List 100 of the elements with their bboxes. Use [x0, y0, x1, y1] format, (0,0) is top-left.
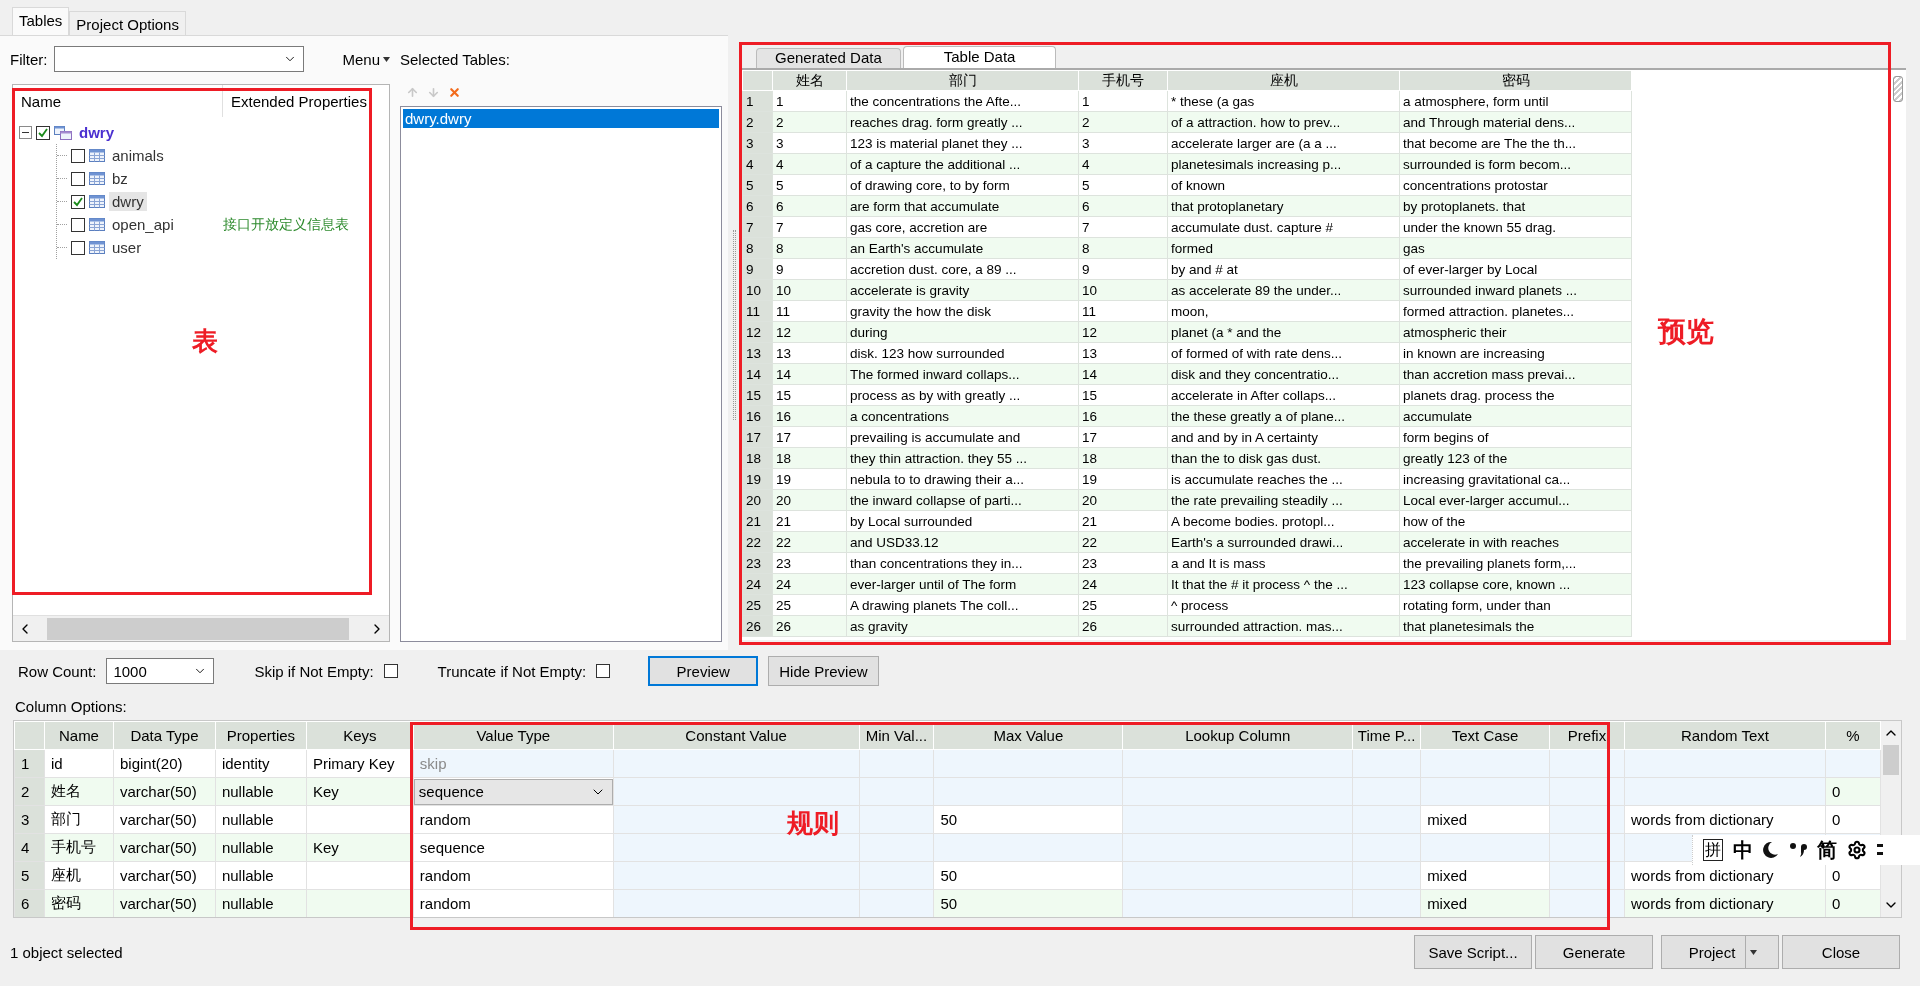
- table-cell: skip: [413, 749, 614, 778]
- punctuation-icon[interactable]: [1789, 841, 1807, 859]
- row-number: 6: [14, 889, 45, 917]
- column-header[interactable]: Name: [44, 721, 114, 750]
- table-cell: that protoplanetary: [1167, 195, 1400, 217]
- checkbox[interactable]: [71, 148, 85, 163]
- ime-mode[interactable]: 拼: [1703, 839, 1723, 861]
- split-button[interactable]: Project: [1661, 935, 1779, 969]
- tree-item[interactable]: open_api: [109, 215, 177, 234]
- preview-button[interactable]: Preview: [648, 656, 759, 686]
- column-header[interactable]: 密码: [1399, 70, 1632, 91]
- table-cell: planetesimals increasing p...: [1167, 153, 1400, 175]
- footer-button[interactable]: Close: [1782, 935, 1900, 969]
- tab[interactable]: Generated Data: [756, 48, 901, 68]
- tables-icon: [54, 125, 72, 140]
- table-cell: gravity the how the disk: [846, 300, 1079, 322]
- table-cell: * these (a gas: [1167, 90, 1400, 112]
- column-header[interactable]: Properties: [215, 721, 307, 750]
- tree-item[interactable]: dwry: [76, 123, 117, 142]
- column-header[interactable]: %: [1825, 721, 1881, 750]
- row-number: 10: [742, 279, 773, 301]
- tree-item[interactable]: animals: [109, 146, 167, 165]
- checkbox[interactable]: [71, 217, 85, 232]
- row-number: 3: [14, 805, 45, 834]
- moon-icon[interactable]: [1763, 841, 1779, 859]
- table-cell: accelerate in with reaches: [1399, 531, 1632, 553]
- tree-item[interactable]: user: [109, 238, 145, 257]
- scrollbar-thumb[interactable]: [1883, 745, 1899, 775]
- table-cell: Local ever-larger accumul...: [1399, 489, 1632, 511]
- table-cell: A become bodies. protopl...: [1167, 510, 1400, 532]
- tab[interactable]: Table Data: [902, 46, 1057, 68]
- checkbox[interactable]: [71, 194, 85, 209]
- table-cell: prevailing is accumulate and: [846, 426, 1079, 448]
- hide-preview-button[interactable]: Hide Preview: [768, 656, 879, 686]
- table-cell: nullable: [215, 805, 307, 834]
- table-cell: moon,: [1167, 300, 1400, 322]
- table-icon: [89, 218, 105, 231]
- value-type-dropdown[interactable]: sequence: [414, 778, 613, 805]
- column-header[interactable]: 姓名: [772, 70, 847, 91]
- row-count-dropdown[interactable]: 1000: [106, 658, 215, 684]
- tree-item[interactable]: bz: [109, 169, 131, 188]
- table-icon: [89, 149, 105, 162]
- filter-dropdown[interactable]: [53, 46, 304, 72]
- row-number: 12: [742, 321, 773, 343]
- scrollbar-thumb[interactable]: [1893, 76, 1903, 102]
- table-cell: than the to disk gas dust.: [1167, 447, 1400, 469]
- table-cell: the inward collapse of parti...: [846, 489, 1079, 511]
- settings-icon[interactable]: [1847, 840, 1867, 860]
- checkbox[interactable]: [383, 664, 398, 678]
- checkbox[interactable]: [71, 240, 85, 255]
- list-item[interactable]: dwry.dwry: [403, 109, 719, 128]
- caret-icon: [383, 56, 390, 62]
- more-icon[interactable]: [1877, 842, 1883, 858]
- splitter-grip[interactable]: [732, 230, 736, 420]
- column-header[interactable]: 手机号: [1078, 70, 1168, 91]
- table-cell: are form that accumulate: [846, 195, 1079, 217]
- checkbox[interactable]: [36, 125, 50, 140]
- table-cell: a atmosphere, form until: [1399, 90, 1632, 112]
- menu-button[interactable]: Menu: [342, 50, 390, 68]
- column-header[interactable]: Keys: [306, 721, 414, 750]
- column-header[interactable]: Name: [13, 85, 223, 117]
- row-number: 13: [742, 342, 773, 364]
- tree-item[interactable]: dwry: [109, 192, 147, 211]
- table-cell: 部门: [44, 805, 114, 834]
- table-cell: bigint(20): [113, 749, 216, 778]
- column-header[interactable]: Extended Properties: [223, 85, 389, 117]
- ime-mode[interactable]: 中: [1733, 836, 1753, 864]
- column-header[interactable]: Random Text: [1624, 721, 1826, 750]
- table-cell: A drawing planets The coll...: [846, 594, 1079, 616]
- checkbox[interactable]: [71, 171, 85, 186]
- table-cell: greatly 123 of the: [1399, 447, 1632, 469]
- checkbox[interactable]: [596, 664, 611, 678]
- row-number: 22: [742, 531, 773, 553]
- row-number: 18: [742, 447, 773, 469]
- tab[interactable]: Tables: [12, 7, 70, 35]
- scrollbar-thumb[interactable]: [47, 617, 349, 640]
- table-cell: mixed: [1420, 889, 1550, 917]
- column-header[interactable]: 部门: [846, 70, 1079, 91]
- column-header[interactable]: 座机: [1167, 70, 1400, 91]
- table-cell: is accumulate reaches the ...: [1167, 468, 1400, 490]
- table-cell: rotating form, under than: [1399, 594, 1632, 616]
- tab[interactable]: Project Options: [69, 11, 186, 35]
- footer-button[interactable]: Generate: [1535, 935, 1653, 969]
- row-number: 4: [742, 153, 773, 175]
- table-cell: varchar(50): [113, 833, 216, 862]
- remove-icon[interactable]: [448, 85, 461, 99]
- row-number: 20: [742, 489, 773, 511]
- column-header[interactable]: Data Type: [113, 721, 216, 750]
- table-cell: It that the # it process ^ the ...: [1167, 573, 1400, 595]
- ime-mode[interactable]: 简: [1817, 836, 1837, 864]
- table-cell: 123 collapse core, known ...: [1399, 573, 1632, 595]
- table-cell: by and # at: [1167, 258, 1400, 280]
- table-cell: in known are increasing: [1399, 342, 1632, 364]
- table-cell: identity: [215, 749, 307, 778]
- collapse-toggle[interactable]: [19, 126, 32, 139]
- footer-button[interactable]: Save Script...: [1414, 935, 1532, 969]
- row-number: 25: [742, 594, 773, 616]
- horizontal-scrollbar[interactable]: [13, 615, 389, 641]
- table-cell: Earth's a surrounded drawi...: [1167, 531, 1400, 553]
- table-cell: ever-larger until of The form: [846, 573, 1079, 595]
